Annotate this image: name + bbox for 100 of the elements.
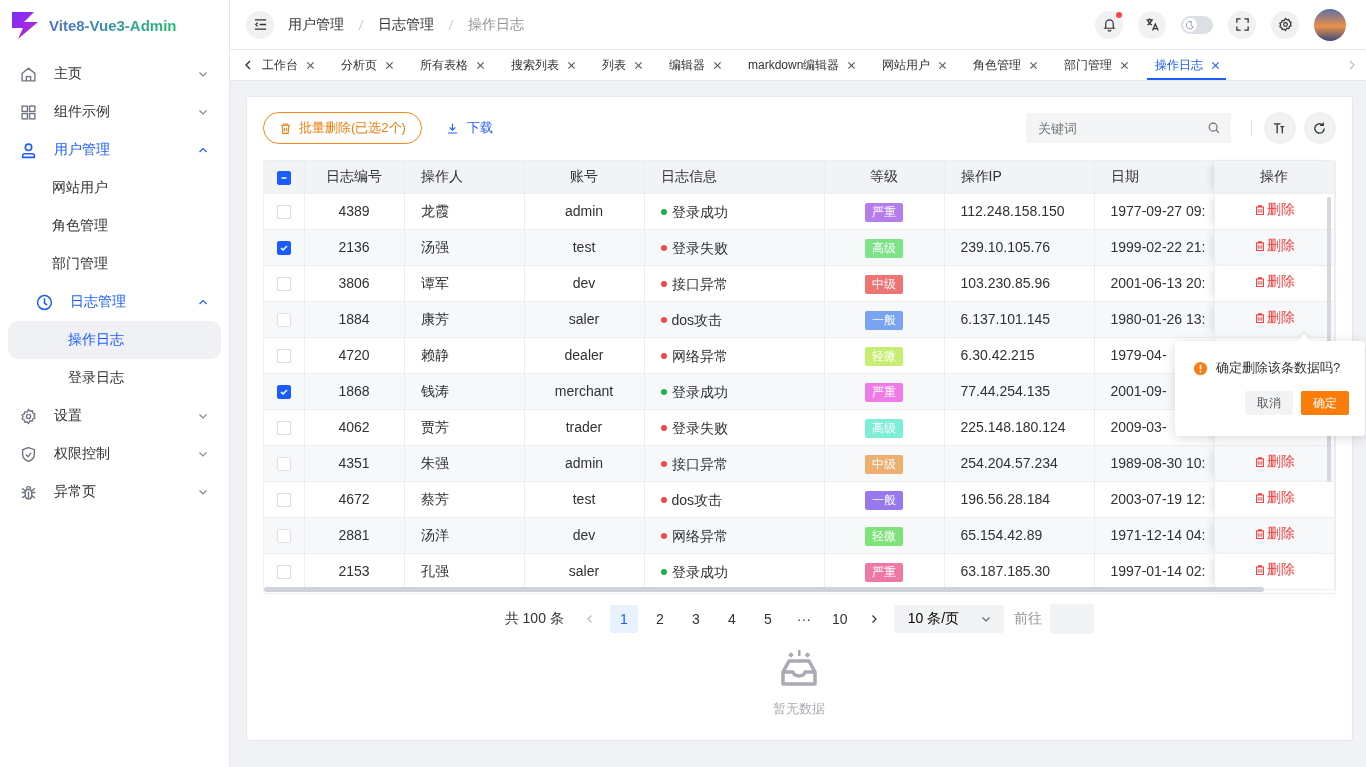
- warning-icon: [1193, 360, 1208, 376]
- fullscreen-button[interactable]: [1228, 10, 1256, 39]
- page-button[interactable]: 1: [609, 605, 638, 633]
- breadcrumb-item[interactable]: 日志管理: [378, 15, 434, 34]
- delete-link[interactable]: 删除: [1253, 237, 1295, 255]
- page-tab[interactable]: 所有表格: [412, 50, 491, 80]
- trash-icon: [1253, 276, 1266, 288]
- sidebar-item[interactable]: 权限控制: [0, 435, 229, 473]
- table-cell: 4389: [338, 203, 370, 219]
- page-size-select[interactable]: 10 条/页: [893, 605, 1004, 633]
- delete-link[interactable]: 删除: [1253, 561, 1295, 579]
- avatar[interactable]: [1314, 8, 1346, 41]
- page-button[interactable]: ···: [789, 605, 818, 633]
- page-tab[interactable]: 工作台: [262, 50, 321, 80]
- sidebar-item[interactable]: 主页: [0, 55, 229, 93]
- page-tab[interactable]: 分析页: [333, 50, 400, 80]
- delete-link[interactable]: 删除: [1253, 525, 1295, 543]
- empty-inbox-icon: [779, 648, 820, 688]
- table-cell: 4062: [338, 419, 370, 435]
- level-tag: 高级: [865, 238, 903, 258]
- trash-icon: [1253, 492, 1266, 504]
- trash-icon: [1253, 204, 1266, 216]
- column-header: 日期: [1110, 167, 1139, 184]
- delete-link[interactable]: 删除: [1253, 489, 1295, 507]
- sidebar-item[interactable]: 日志管理: [0, 283, 229, 321]
- row-checkbox[interactable]: [276, 241, 291, 256]
- theme-toggle[interactable]: [1181, 15, 1213, 34]
- notification-button[interactable]: [1095, 10, 1123, 39]
- page-tab[interactable]: markdown编辑器: [740, 50, 863, 80]
- close-icon[interactable]: [476, 60, 485, 70]
- table-cell: 2001-06-13 20:: [1110, 275, 1206, 291]
- table-cell: 1868: [338, 383, 370, 399]
- home-icon: [20, 65, 37, 83]
- page-button[interactable]: 3: [681, 605, 710, 633]
- page-tab[interactable]: 搜索列表: [503, 50, 582, 80]
- close-icon[interactable]: [938, 60, 948, 70]
- sidebar-item[interactable]: 异常页: [0, 473, 229, 511]
- cancel-button[interactable]: 取消: [1245, 391, 1293, 415]
- table-cell: saler: [568, 563, 600, 579]
- sidebar-item[interactable]: 设置: [0, 397, 229, 435]
- translate-button[interactable]: [1138, 10, 1166, 39]
- download-button[interactable]: 下载: [435, 119, 503, 137]
- horizontal-scrollbar[interactable]: [264, 587, 1264, 592]
- close-icon[interactable]: [713, 60, 722, 70]
- breadcrumb-item[interactable]: 用户管理: [288, 15, 344, 34]
- close-icon[interactable]: [847, 60, 857, 70]
- page-tab[interactable]: 角色管理: [965, 50, 1045, 80]
- text-size-button[interactable]: [1263, 112, 1296, 144]
- sidebar-item[interactable]: 用户管理: [0, 131, 229, 169]
- search-field[interactable]: 关键词: [1025, 113, 1231, 143]
- delete-link[interactable]: 删除: [1253, 273, 1295, 291]
- page-tab[interactable]: 编辑器: [661, 50, 728, 80]
- close-icon[interactable]: [1211, 60, 1221, 70]
- level-tag: 严重: [865, 562, 903, 582]
- settings-icon: [1277, 17, 1293, 32]
- sidebar-item[interactable]: 登录日志: [8, 359, 221, 397]
- text-size-icon: [1272, 120, 1287, 136]
- level-tag: 一般: [865, 490, 903, 510]
- page-tab[interactable]: 网站用户: [874, 50, 954, 80]
- column-header: 日志信息: [660, 167, 717, 184]
- delete-link[interactable]: 删除: [1253, 309, 1295, 327]
- table-cell: merchant: [554, 383, 614, 399]
- settings-button[interactable]: [1271, 10, 1299, 39]
- table-cell: 2153: [338, 563, 370, 579]
- sidebar-item[interactable]: 操作日志: [8, 321, 221, 359]
- select-all-checkbox[interactable]: [276, 170, 291, 185]
- table-cell: 2136: [338, 239, 370, 255]
- sidebar-item[interactable]: 组件示例: [0, 93, 229, 131]
- page-tab[interactable]: 部门管理: [1056, 50, 1136, 80]
- delete-link[interactable]: 删除: [1253, 453, 1295, 471]
- delete-link[interactable]: 删除: [1253, 201, 1295, 219]
- table-cell: 汤强: [420, 239, 449, 255]
- page-button[interactable]: 2: [645, 605, 674, 633]
- page-tab[interactable]: 操作日志: [1147, 50, 1227, 80]
- row-checkbox[interactable]: [276, 385, 291, 400]
- page-button[interactable]: 10: [825, 605, 854, 633]
- table-cell: 6.30.42.215: [960, 347, 1035, 363]
- table-cell: 1979-04-: [1110, 347, 1167, 363]
- table-cell: test: [572, 491, 596, 507]
- sidebar-item[interactable]: 部门管理: [0, 245, 229, 283]
- table-cell: 1971-12-14 04:: [1110, 527, 1206, 543]
- column-header: 账号: [570, 167, 598, 184]
- sidebar-item[interactable]: 网站用户: [0, 169, 229, 207]
- close-icon[interactable]: [385, 60, 394, 70]
- refresh-button[interactable]: [1303, 112, 1336, 144]
- page-tab[interactable]: 列表: [594, 50, 649, 80]
- sidebar-item[interactable]: 角色管理: [0, 207, 229, 245]
- close-icon[interactable]: [634, 60, 643, 70]
- close-icon[interactable]: [306, 60, 315, 70]
- close-icon[interactable]: [1120, 60, 1130, 70]
- table-cell: 2003-07-19 12:: [1110, 491, 1206, 507]
- table-cell: 康芳: [420, 311, 449, 327]
- table-cell-text: 网络异常: [671, 347, 728, 366]
- close-icon[interactable]: [1029, 60, 1039, 70]
- page-button[interactable]: 4: [717, 605, 746, 633]
- bell-icon: [1101, 17, 1117, 32]
- close-icon[interactable]: [567, 60, 576, 70]
- page-button[interactable]: 5: [753, 605, 782, 633]
- table-cell: 112.248.158.150: [960, 203, 1065, 219]
- collapse-menu-button[interactable]: [246, 10, 274, 39]
